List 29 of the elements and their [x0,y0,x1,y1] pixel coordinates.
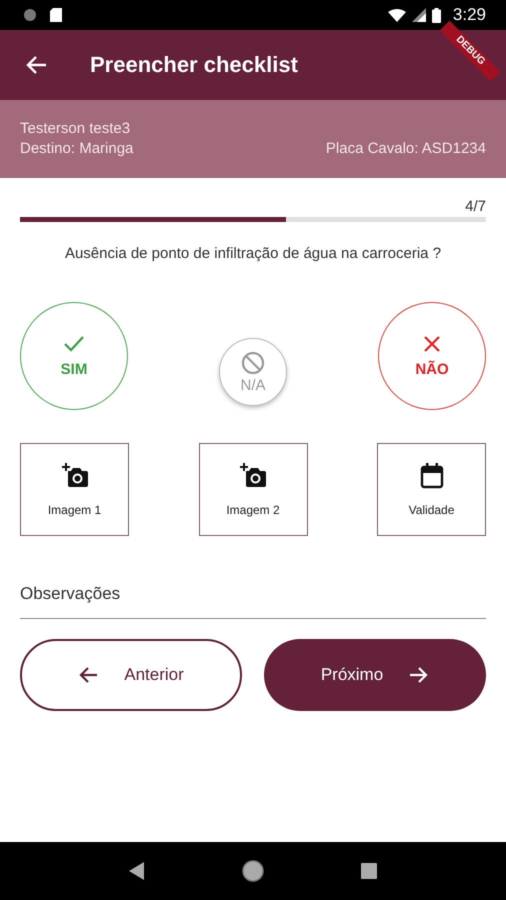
check-icon [63,334,85,352]
previous-button[interactable]: Anterior [20,639,242,711]
screen-title: Preencher checklist [90,52,298,78]
recents-square-icon[interactable] [361,863,378,879]
attachment-tile[interactable]: Imagem 2 [198,443,308,536]
attachment-tile[interactable]: Validade [377,443,486,536]
progress-count: 4/7 [465,198,486,215]
answer-option[interactable]: NÃO [378,302,486,410]
back-arrow-icon[interactable] [25,55,47,75]
notification-icon [24,9,36,21]
back-arrow-icon [78,666,98,684]
add-camera-icon [239,462,267,488]
signal-icon [412,8,426,22]
back-triangle-icon[interactable] [128,862,145,880]
block-icon [241,350,265,374]
calendar-icon [420,462,444,488]
driver-name: Testerson teste3 [20,119,132,139]
battery-icon [432,8,441,22]
wifi-icon [388,8,406,22]
sd-card-icon [50,8,62,22]
plate-text: Placa Cavalo: ASD1234 [326,139,486,159]
home-circle-icon[interactable] [242,860,264,882]
attachment-tile[interactable]: Imagem 1 [20,443,129,536]
destination-text: Destino: Maringa [20,139,134,159]
forward-arrow-icon [409,666,430,684]
add-camera-icon [60,462,88,488]
close-icon [423,334,441,352]
next-button[interactable]: Próximo [264,639,486,711]
question-text: Ausência de ponto de infiltração de água na carroceria ? [64,245,442,262]
